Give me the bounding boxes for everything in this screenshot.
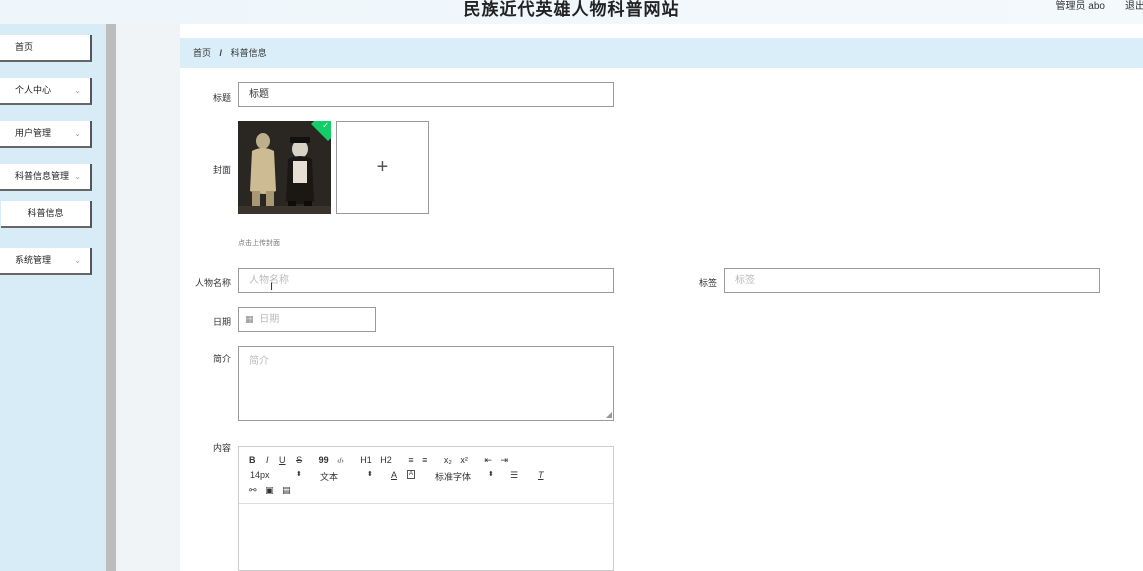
tag-input[interactable]: 标签 [724,268,1100,293]
sidebar [0,24,106,571]
blockquote-button[interactable]: 99 [319,455,329,465]
chevron-down-icon: ⌄ [74,256,81,265]
background-color-icon[interactable]: A [407,470,416,479]
sidebar-item-personal-center[interactable]: 个人中心 ⌄ [0,78,92,105]
video-icon[interactable]: ▤ [282,485,291,495]
breadcrumb-home[interactable]: 首页 [193,38,211,68]
sidebar-item-label: 个人中心 [15,85,52,95]
sidebar-scrollbar[interactable] [106,24,116,571]
ordered-list-button[interactable]: ≡ [408,455,413,465]
sidebar-subitem-science-info[interactable]: 科普信息 [1,201,92,228]
upload-hint: 点击上传封面 [238,240,280,247]
date-picker-placeholder: 日期 [259,314,280,325]
sidebar-item-label: 用户管理 [15,128,52,138]
editor-toolbar-row-3: ⚯ ▣ ▤ [249,485,291,496]
admin-user-label: 管理员 abo [1055,1,1105,12]
name-input[interactable]: 人物名称 [238,268,614,293]
editor-content-area[interactable] [239,504,613,570]
sidebar-item-home[interactable]: 首页 [0,35,92,62]
select-arrows-icon: ⬍ [367,471,373,478]
clear-format-icon[interactable]: T [538,470,544,480]
title-input-value: 标题 [249,89,269,100]
breadcrumb-current: 科普信息 [230,48,267,58]
intro-textarea[interactable]: 简介 ◢ [238,346,614,421]
font-color-icon[interactable]: A [391,470,397,480]
subscript-button[interactable]: x₂ [444,455,452,465]
editor-toolbar-row-2: 14px ⬍ 文本 ⬍ A A 标准字体 ⬍ ☰ T [250,470,560,482]
font-size-select[interactable]: 14px [250,470,270,480]
indent-button[interactable]: ⇥ [500,455,508,465]
italic-button[interactable]: I [266,455,269,465]
sidebar-item-label: 系统管理 [15,255,52,265]
cover-upload-button[interactable]: + [336,121,429,214]
cover-label: 封面 [212,165,231,175]
sidebar-item-user-management[interactable]: 用户管理 ⌄ [0,121,92,148]
breadcrumb: 首页 / 科普信息 [180,38,1143,68]
font-family-select[interactable]: 标准字体 [435,470,471,483]
title-input[interactable]: 标题 [238,82,614,107]
header2-button[interactable]: H2 [380,455,392,465]
tag-input-placeholder: 标签 [735,275,755,286]
resize-handle-icon[interactable]: ◢ [606,411,612,419]
bold-button[interactable]: B [249,455,256,465]
check-icon: ✓ [322,121,329,130]
sidebar-item-label: 首页 [15,42,34,52]
align-icon[interactable]: ☰ [510,470,518,481]
chevron-down-icon: ⌄ [74,172,81,181]
chevron-down-icon: ⌄ [74,129,81,138]
sidebar-item-system-management[interactable]: 系统管理 ⌄ [0,248,92,275]
name-input-placeholder: 人物名称 [249,275,289,286]
logout-link[interactable]: 退出 [1125,0,1143,14]
sidebar-item-label: 科普信息管理 [15,171,70,181]
calendar-icon: ▦ [245,314,254,324]
name-label: 人物名称 [194,278,231,288]
title-label: 标题 [212,93,231,103]
content-label: 内容 [212,443,231,453]
code-block-button[interactable]: ‹/› [337,458,344,465]
text-cursor-icon: I [270,281,274,293]
text-type-select[interactable]: 文本 [320,470,338,483]
outdent-button[interactable]: ⇤ [484,455,492,465]
site-title: 民族近代英雄人物科普网站 [463,0,680,19]
tag-label: 标签 [698,278,717,288]
intro-textarea-placeholder: 简介 [249,356,269,367]
image-icon[interactable]: ▣ [265,485,274,495]
superscript-button[interactable]: x² [460,455,468,465]
date-picker[interactable]: ▦ 日期 [238,307,376,332]
cover-image-preview[interactable]: ✓ [238,121,331,214]
strike-button[interactable]: S [296,455,302,465]
content-gutter [116,24,180,571]
editor-toolbar-row-1: B I U S 99 ‹/› H1 H2 ≡ ≡ x₂ x² ⇤ ⇥ [249,455,508,466]
sidebar-item-label: 科普信息 [27,208,64,218]
chevron-down-icon: ⌄ [74,86,81,95]
underline-button[interactable]: U [279,455,286,465]
link-icon[interactable]: ⚯ [249,485,257,495]
plus-icon: + [376,156,389,178]
bullet-list-button[interactable]: ≡ [422,455,427,465]
intro-label: 简介 [212,354,231,364]
select-arrows-icon: ⬍ [488,471,494,478]
date-label: 日期 [212,317,231,327]
header1-button[interactable]: H1 [360,455,372,465]
sidebar-item-science-info-management[interactable]: 科普信息管理 ⌄ [0,164,92,191]
breadcrumb-separator: / [219,48,223,58]
select-arrows-icon: ⬍ [296,471,302,478]
